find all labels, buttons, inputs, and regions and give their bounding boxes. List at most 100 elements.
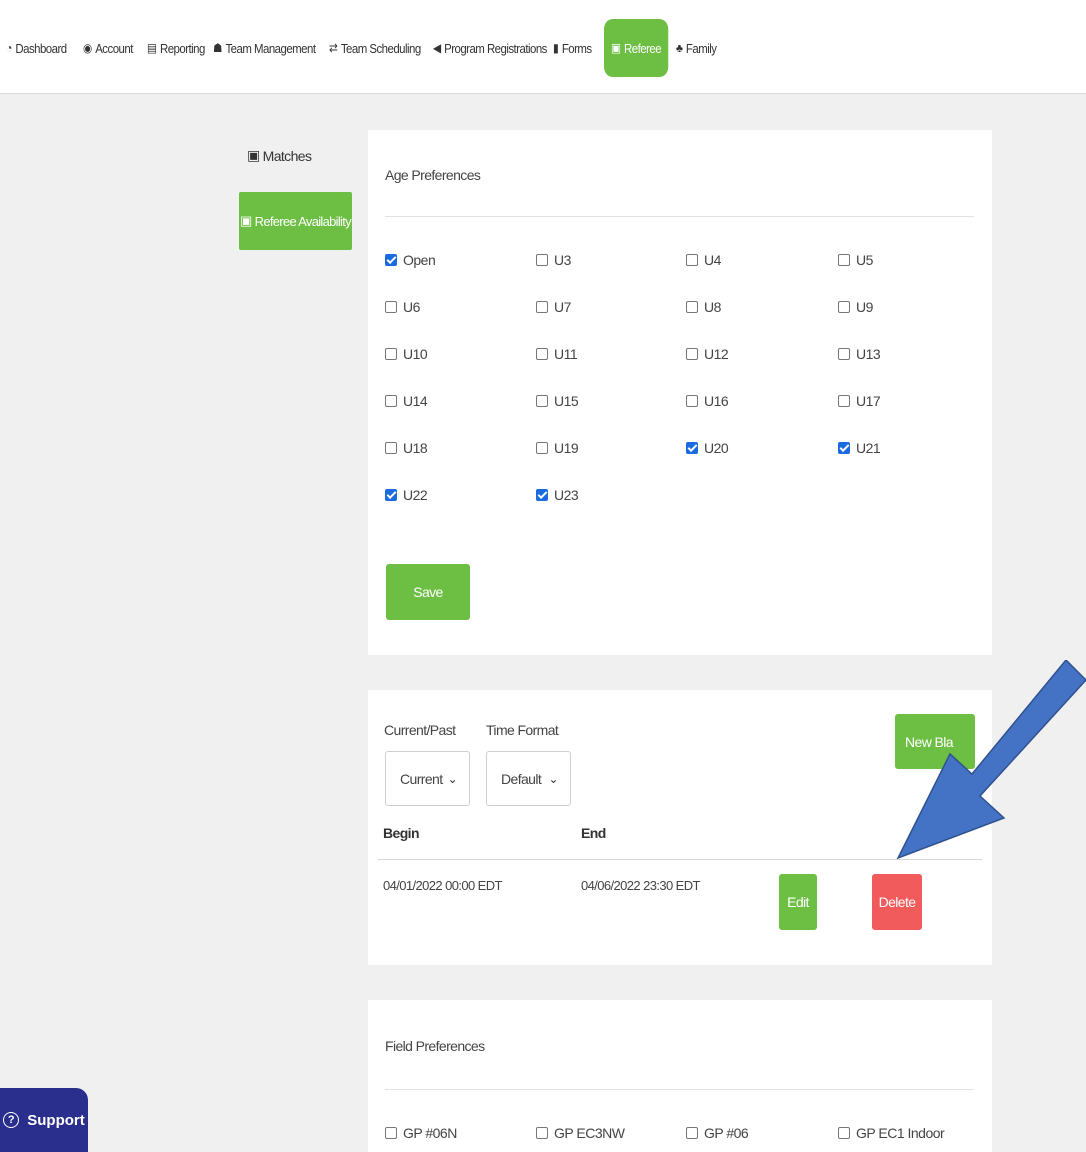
nav-team-management-label: Team Management xyxy=(225,40,316,56)
checkbox[interactable] xyxy=(536,348,548,360)
age-option[interactable]: U4 xyxy=(686,252,721,268)
checkbox[interactable] xyxy=(838,395,850,407)
nav-dashboard[interactable]: ◔ Dashboard xyxy=(6,19,67,77)
checkbox[interactable] xyxy=(686,442,698,454)
checkbox[interactable] xyxy=(536,395,548,407)
time-format-select[interactable]: Default ⌄ xyxy=(486,751,571,806)
nav-team-scheduling-label: Team Scheduling xyxy=(340,40,421,56)
field-option[interactable]: GP #06N xyxy=(385,1125,457,1141)
checkbox[interactable] xyxy=(686,395,698,407)
nav-reporting-label: Reporting xyxy=(159,40,205,56)
nav-family[interactable]: ♣ Family xyxy=(676,19,717,77)
age-option-label: U3 xyxy=(554,252,571,268)
support-label: Support xyxy=(27,1111,85,1129)
age-option-label: U12 xyxy=(704,346,729,362)
age-option[interactable]: U20 xyxy=(686,440,729,456)
age-option[interactable]: U8 xyxy=(686,299,721,315)
nav-forms-label: Forms xyxy=(561,40,592,56)
field-preferences-card: Field Preferences GP #06N GP EC3NW GP #06 G… xyxy=(368,1000,992,1152)
calendar-icon: ▣ xyxy=(240,213,252,228)
age-option[interactable]: U13 xyxy=(838,346,881,362)
calendar-icon: ▣ xyxy=(611,41,621,55)
checkbox[interactable] xyxy=(536,489,548,501)
age-option[interactable]: U23 xyxy=(536,487,579,503)
nav-account-label: Account xyxy=(95,40,133,56)
current-past-value: Current xyxy=(400,770,443,787)
age-option-label: U11 xyxy=(554,346,578,362)
age-option[interactable]: U9 xyxy=(838,299,873,315)
age-option[interactable]: U19 xyxy=(536,440,579,456)
age-option[interactable]: U11 xyxy=(536,346,578,362)
sidebar-item-matches[interactable]: ▣ Matches xyxy=(247,147,312,164)
age-option-label: U23 xyxy=(554,487,579,503)
nav-referee-label: Referee xyxy=(624,40,662,56)
age-option[interactable]: U21 xyxy=(838,440,881,456)
age-option-label: U5 xyxy=(856,252,873,268)
field-option-label: GP #06 xyxy=(704,1125,749,1141)
checkbox[interactable] xyxy=(536,442,548,454)
age-option[interactable]: U10 xyxy=(385,346,428,362)
support-button[interactable]: ? Support xyxy=(0,1088,88,1152)
calendar-icon: ▣ xyxy=(247,147,260,163)
field-preferences-title: Field Preferences xyxy=(385,1038,485,1054)
nav-referee[interactable]: ▣ Referee xyxy=(604,19,669,77)
checkbox[interactable] xyxy=(838,442,850,454)
nav-reporting[interactable]: ▤ Reporting xyxy=(147,19,205,77)
age-option[interactable]: U15 xyxy=(536,393,579,409)
checkbox[interactable] xyxy=(385,348,397,360)
age-option-label: U17 xyxy=(856,393,881,409)
checkbox[interactable] xyxy=(385,395,397,407)
time-format-value: Default xyxy=(501,770,542,787)
age-option[interactable]: U17 xyxy=(838,393,881,409)
age-option[interactable]: U16 xyxy=(686,393,729,409)
checkbox[interactable] xyxy=(536,254,548,266)
age-option-label: U16 xyxy=(704,393,729,409)
checkbox[interactable] xyxy=(385,1127,397,1139)
checkbox[interactable] xyxy=(686,1127,698,1139)
save-button[interactable]: Save xyxy=(386,564,470,620)
checkbox[interactable] xyxy=(838,348,850,360)
checkbox[interactable] xyxy=(385,254,397,266)
checkbox[interactable] xyxy=(838,1127,850,1139)
checkbox[interactable] xyxy=(838,301,850,313)
age-option[interactable]: U14 xyxy=(385,393,428,409)
age-option-label: U15 xyxy=(554,393,579,409)
nav-forms[interactable]: ▮ Forms xyxy=(553,19,592,77)
age-option[interactable]: U12 xyxy=(686,346,729,362)
nav-team-scheduling[interactable]: ⇄ Team Scheduling xyxy=(329,19,421,77)
age-option-label: U20 xyxy=(704,440,729,456)
field-option[interactable]: GP #06 xyxy=(686,1125,749,1141)
age-option[interactable]: U6 xyxy=(385,299,420,315)
delete-button[interactable]: Delete xyxy=(872,874,922,930)
nav-team-management[interactable]: ☗ Team Management xyxy=(213,19,316,77)
checkbox[interactable] xyxy=(686,348,698,360)
current-past-select[interactable]: Current ⌄ xyxy=(385,751,470,806)
sidebar-item-label: Matches xyxy=(262,147,312,164)
nav-family-label: Family xyxy=(685,40,717,56)
age-option[interactable]: U7 xyxy=(536,299,571,315)
age-option[interactable]: Open xyxy=(385,252,436,268)
age-option-label: U13 xyxy=(856,346,881,362)
checkbox[interactable] xyxy=(385,301,397,313)
checkbox[interactable] xyxy=(686,301,698,313)
age-option[interactable]: U3 xyxy=(536,252,571,268)
sidebar-item-referee-availability[interactable]: ▣ Referee Availability xyxy=(239,192,352,250)
edit-button[interactable]: Edit xyxy=(779,874,817,930)
checkbox[interactable] xyxy=(385,442,397,454)
age-option[interactable]: U5 xyxy=(838,252,873,268)
checkbox[interactable] xyxy=(686,254,698,266)
age-preferences-title: Age Preferences xyxy=(385,167,481,183)
checkbox[interactable] xyxy=(536,301,548,313)
nav-dashboard-label: Dashboard xyxy=(15,40,67,56)
nav-program-registrations[interactable]: ◀ Program Registrations xyxy=(433,19,547,77)
checkbox[interactable] xyxy=(385,489,397,501)
checkbox[interactable] xyxy=(838,254,850,266)
age-option[interactable]: U22 xyxy=(385,487,428,503)
field-option[interactable]: GP EC3NW xyxy=(536,1125,625,1141)
divider xyxy=(385,1089,974,1090)
checkbox[interactable] xyxy=(536,1127,548,1139)
age-option[interactable]: U18 xyxy=(385,440,428,456)
nav-account[interactable]: ◉ Account xyxy=(83,19,133,77)
field-option[interactable]: GP EC1 Indoor xyxy=(838,1125,945,1141)
current-past-label: Current/Past xyxy=(384,722,456,738)
